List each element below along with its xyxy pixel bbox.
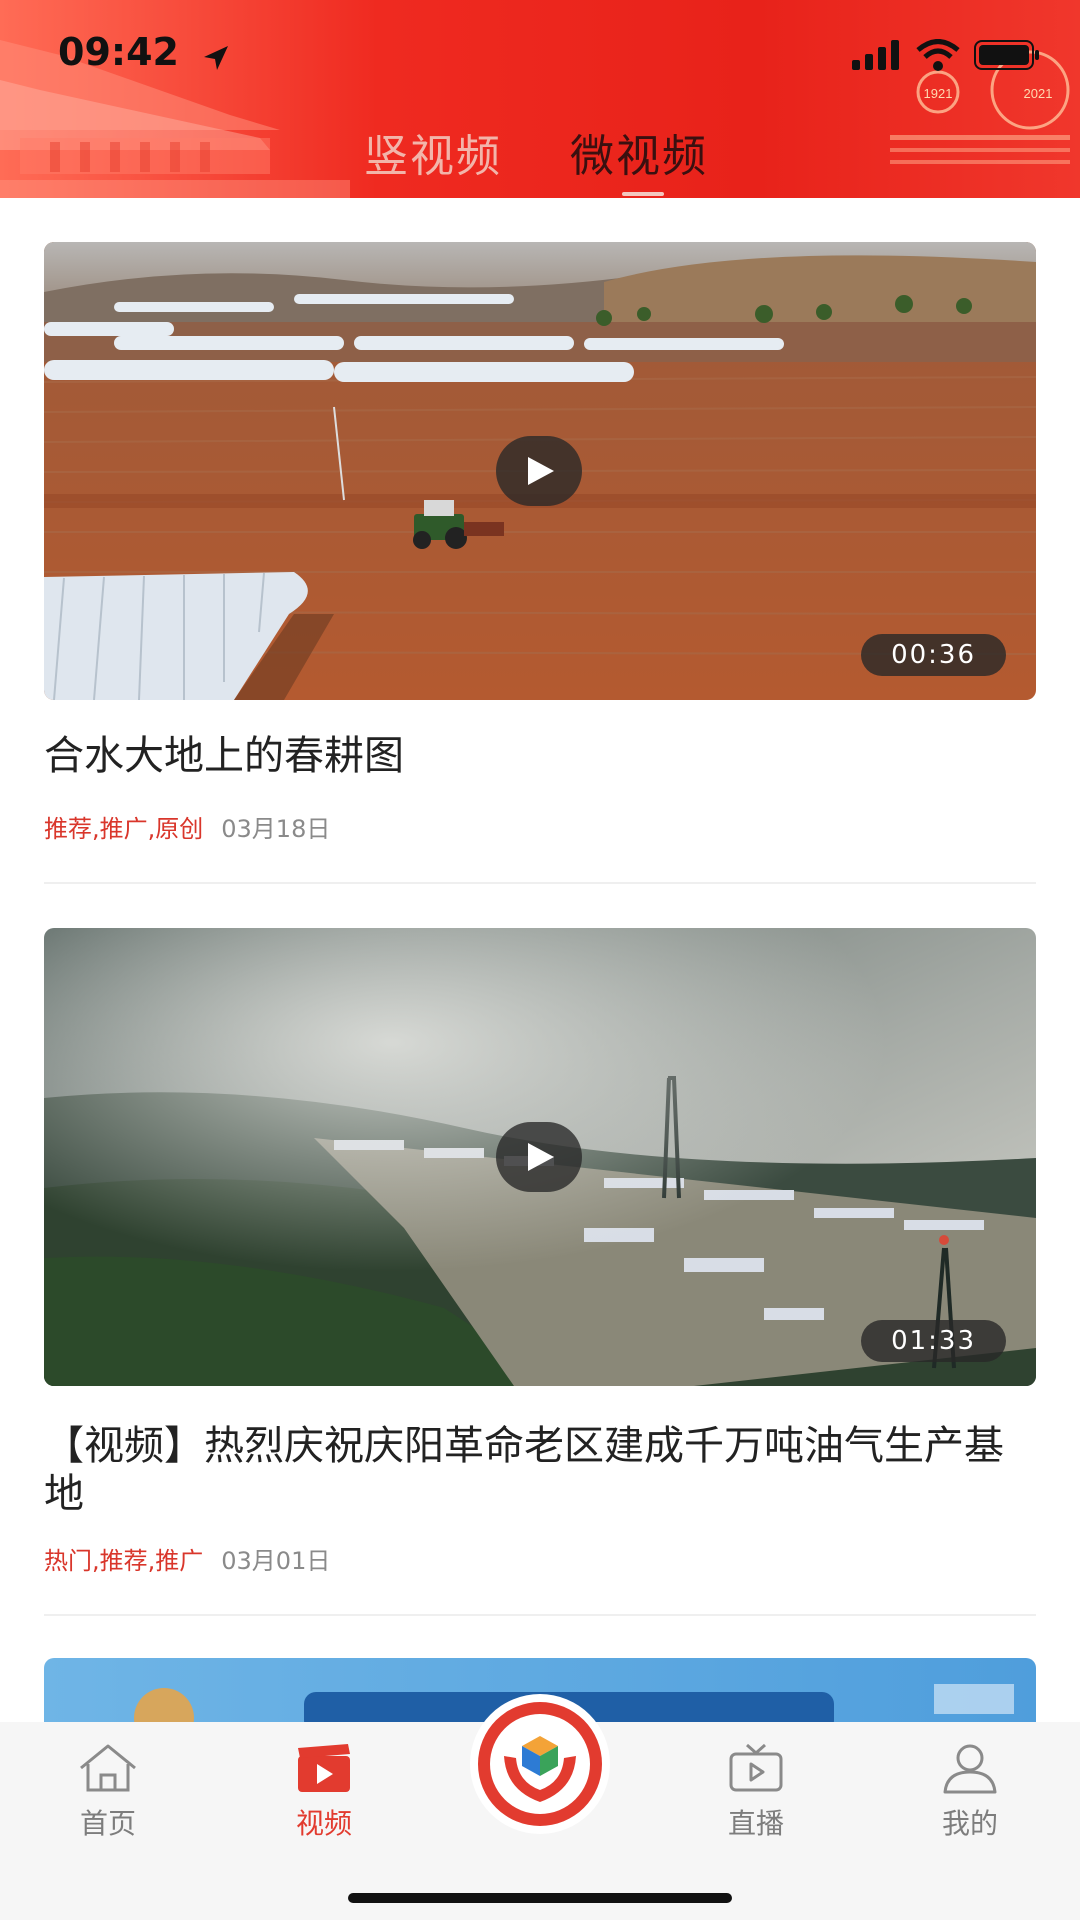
tab-live[interactable]: 直播 [696,1742,816,1842]
tab-video[interactable]: 视频 [264,1742,384,1842]
svg-text:1921: 1921 [924,86,953,101]
video-duration: 01:33 [861,1320,1006,1362]
video-card[interactable]: 00:36 合水大地上的春耕图 推荐,推广,原创 03月18日 [44,242,1036,884]
battery-icon [974,40,1039,70]
app-header: 1921 2021 09:42 竖视频 微视频 [0,0,1080,198]
tab-video-label: 视频 [295,1807,352,1840]
divider [44,882,1036,884]
tab-profile[interactable]: 我的 [910,1742,1030,1842]
center-logo-button[interactable] [470,1694,610,1834]
tv-icon [729,1743,783,1792]
tab-home-label: 首页 [79,1807,136,1840]
video-date: 03月01日 [221,1547,331,1575]
play-icon [528,457,554,485]
play-button[interactable] [496,1122,582,1192]
divider [44,1614,1036,1616]
video-card[interactable]: 01:33 【视频】热烈庆祝庆阳革命老区建成千万吨油气生产基地 热门,推荐,推广… [44,928,1036,1616]
video-date: 03月18日 [221,815,331,843]
home-indicator [348,1893,732,1903]
user-icon [943,1744,997,1794]
status-time: 09:42 [58,30,179,74]
home-icon [80,1744,136,1792]
video-thumbnail[interactable]: 01:33 [44,928,1036,1386]
active-tab-indicator [622,192,664,196]
video-thumbnail[interactable]: 00:36 [44,242,1036,700]
tab-home[interactable]: 首页 [48,1742,168,1842]
video-duration: 00:36 [861,634,1006,676]
wifi-icon [916,39,960,71]
video-tags: 热门,推荐,推广 [44,1547,204,1575]
location-arrow-icon [204,46,228,70]
svg-text:2021: 2021 [1024,86,1053,101]
tab-micro-video[interactable]: 微视频 [570,120,708,184]
video-icon [298,1744,350,1792]
video-tags: 推荐,推广,原创 [44,815,204,843]
signal-icon [852,40,899,70]
tab-live-label: 直播 [727,1807,784,1840]
video-title[interactable]: 合水大地上的春耕图 [44,732,1036,780]
play-icon [528,1143,554,1171]
play-button[interactable] [496,436,582,506]
tab-profile-label: 我的 [941,1807,998,1840]
center-logo-icon [478,1702,602,1826]
video-meta: 推荐,推广,原创 03月18日 [44,814,330,844]
top-tabs: 竖视频 微视频 [0,120,1080,182]
video-title[interactable]: 【视频】热烈庆祝庆阳革命老区建成千万吨油气生产基地 [44,1422,1036,1518]
tab-vertical-video[interactable]: 竖视频 [364,120,502,184]
status-icons [852,38,1040,72]
video-meta: 热门,推荐,推广 03月01日 [44,1546,330,1576]
